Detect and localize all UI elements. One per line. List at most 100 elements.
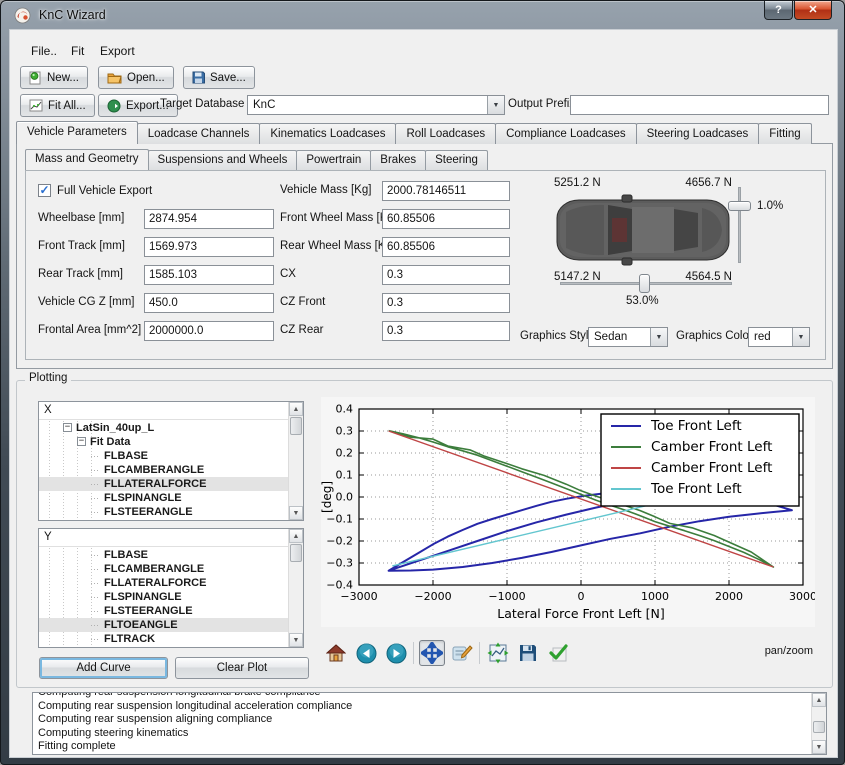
plot-canvas[interactable]: −3000−2000−10000100020003000−0.4−0.3−0.2… [321, 397, 815, 627]
home-button[interactable] [323, 640, 349, 666]
svg-text:Camber Front Left: Camber Front Left [651, 439, 772, 455]
home-icon [326, 643, 346, 663]
field-input-cz-front[interactable] [382, 293, 510, 313]
tree-item-flspinangle[interactable]: FLSPINANGLE [39, 590, 288, 604]
save-button[interactable]: Save... [183, 66, 255, 89]
tree-item-fit-data[interactable]: −Fit Data [39, 435, 288, 449]
field-input-front-track-mm[interactable] [144, 237, 274, 257]
save-figure-button[interactable] [515, 640, 541, 666]
new-file-icon [29, 71, 42, 85]
close-icon: ✕ [808, 4, 817, 16]
menu-export[interactable]: Export [96, 43, 139, 59]
field-label-vehicle-cg-z-mm: Vehicle CG Z [mm] [38, 296, 135, 308]
tree-item-fltrack[interactable]: FLTRACK [39, 632, 288, 646]
log-scrollbar[interactable]: ▲ ▼ [811, 693, 826, 754]
tree-item-fllateralforce[interactable]: FLLATERALFORCE [39, 576, 288, 590]
tab-loadcase-channels[interactable]: Loadcase Channels [137, 123, 261, 144]
titlebar[interactable]: KnC Wizard ? ✕ [1, 1, 844, 29]
tree-item-label: FLLATERALFORCE [104, 576, 206, 590]
scroll-up-icon[interactable]: ▲ [289, 402, 303, 416]
field-input-rear-wheel-mass-kg[interactable] [382, 237, 510, 257]
tree-connector [91, 498, 99, 499]
open-button[interactable]: Open... [98, 66, 174, 89]
save-figure-icon [518, 643, 538, 663]
collapse-icon[interactable]: − [77, 437, 86, 446]
tree-item-label: FLTRACK [104, 632, 155, 646]
svg-text:−0.1: −0.1 [326, 513, 353, 526]
tab-compliance-loadcases[interactable]: Compliance Loadcases [495, 123, 637, 144]
apply-button[interactable] [545, 640, 571, 666]
pan-button[interactable] [419, 640, 445, 666]
tree-item-flbase[interactable]: FLBASE [39, 449, 288, 463]
front-rear-slider-handle[interactable] [728, 201, 751, 211]
field-input-vehicle-cg-z-mm[interactable] [144, 293, 274, 313]
menu-file[interactable]: File.. [27, 43, 61, 59]
collapse-icon[interactable]: − [63, 423, 72, 432]
zoom-rect-button[interactable] [449, 640, 475, 666]
output-prefix-input[interactable] [570, 95, 829, 115]
subtab-steering[interactable]: Steering [425, 150, 488, 170]
subtab-mass-and-geometry[interactable]: Mass and Geometry [25, 149, 149, 170]
scroll-down-icon[interactable]: ▼ [289, 633, 303, 647]
x-scroll-thumb[interactable] [290, 417, 302, 435]
menu-fit[interactable]: Fit [67, 43, 88, 59]
tab-steering-loadcases[interactable]: Steering Loadcases [636, 123, 760, 144]
forward-button[interactable] [383, 640, 409, 666]
close-button[interactable]: ✕ [794, 1, 832, 20]
field-input-wheelbase-mm[interactable] [144, 209, 274, 229]
open-folder-icon [107, 71, 122, 84]
left-right-slider-handle[interactable] [639, 274, 650, 293]
tree-item-flsteerangle[interactable]: FLSTEERANGLE [39, 505, 288, 519]
scroll-up-icon[interactable]: ▲ [289, 529, 303, 543]
tab-kinematics-loadcases[interactable]: Kinematics Loadcases [259, 123, 396, 144]
tree-item-flcamberangle[interactable]: FLCAMBERANGLE [39, 463, 288, 477]
y-channel-list[interactable]: Y FLBASEFLCAMBERANGLEFLLATERALFORCEFLSPI… [38, 528, 304, 648]
y-list-scrollbar[interactable]: ▲ ▼ [288, 529, 303, 647]
target-database-combo[interactable]: KnC ▼ [247, 95, 505, 115]
scroll-down-icon[interactable]: ▼ [289, 506, 303, 520]
field-input-vehicle-mass-kg[interactable] [382, 181, 510, 201]
subtab-brakes[interactable]: Brakes [370, 150, 426, 170]
svg-text:Camber Front Left: Camber Front Left [651, 460, 772, 476]
add-curve-button[interactable]: Add Curve [39, 657, 168, 679]
scroll-down-icon[interactable]: ▼ [812, 740, 826, 754]
x-channel-list[interactable]: X −LatSin_40up_L−Fit DataFLBASEFLCAMBERA… [38, 401, 304, 521]
scroll-up-icon[interactable]: ▲ [812, 693, 826, 707]
tab-vehicle-parameters[interactable]: Vehicle Parameters [16, 121, 138, 144]
help-button[interactable]: ? [764, 1, 793, 20]
graphics-color-combo[interactable]: red ▼ [748, 327, 810, 347]
tree-item-flsteerangle[interactable]: FLSTEERANGLE [39, 604, 288, 618]
tree-item-label: FLCAMBERANGLE [104, 562, 204, 576]
field-input-cx[interactable] [382, 265, 510, 285]
tree-item-latsin-40up-l[interactable]: −LatSin_40up_L [39, 421, 288, 435]
tree-item-fltoeangle[interactable]: FLTOEANGLE [39, 618, 288, 632]
log-scroll-thumb[interactable] [813, 721, 825, 733]
field-input-front-wheel-mass-kg[interactable] [382, 209, 510, 229]
back-button[interactable] [353, 640, 379, 666]
field-input-rear-track-mm[interactable] [144, 265, 274, 285]
log-output[interactable]: Computing rear suspension longitudinal b… [32, 692, 827, 755]
chevron-down-icon[interactable]: ▼ [792, 328, 809, 346]
fit-all-button[interactable]: Fit All... [20, 94, 95, 117]
subtab-suspensions-and-wheels[interactable]: Suspensions and Wheels [148, 150, 298, 170]
full-vehicle-export-checkbox[interactable]: ✓ [38, 184, 51, 197]
tree-item-fllateralforce[interactable]: FLLATERALFORCE [39, 477, 288, 491]
chevron-down-icon[interactable]: ▼ [650, 328, 667, 346]
graphics-style-combo[interactable]: Sedan ▼ [588, 327, 668, 347]
front-rear-slider-track[interactable] [738, 187, 741, 263]
tree-item-flbase[interactable]: FLBASE [39, 548, 288, 562]
subtab-powertrain[interactable]: Powertrain [296, 150, 371, 170]
tree-connector [91, 611, 99, 612]
clear-plot-button[interactable]: Clear Plot [175, 657, 309, 679]
tree-item-flcamberangle[interactable]: FLCAMBERANGLE [39, 562, 288, 576]
tab-fitting[interactable]: Fitting [758, 123, 811, 144]
tab-roll-loadcases[interactable]: Roll Loadcases [395, 123, 496, 144]
tree-item-flspinangle[interactable]: FLSPINANGLE [39, 491, 288, 505]
new-button[interactable]: New... [20, 66, 88, 89]
x-list-scrollbar[interactable]: ▲ ▼ [288, 402, 303, 520]
field-input-cz-rear[interactable] [382, 321, 510, 341]
chevron-down-icon[interactable]: ▼ [487, 96, 504, 114]
configure-subplots-button[interactable] [485, 640, 511, 666]
field-input-frontal-area-mm-2[interactable] [144, 321, 274, 341]
y-scroll-thumb[interactable] [290, 544, 302, 562]
